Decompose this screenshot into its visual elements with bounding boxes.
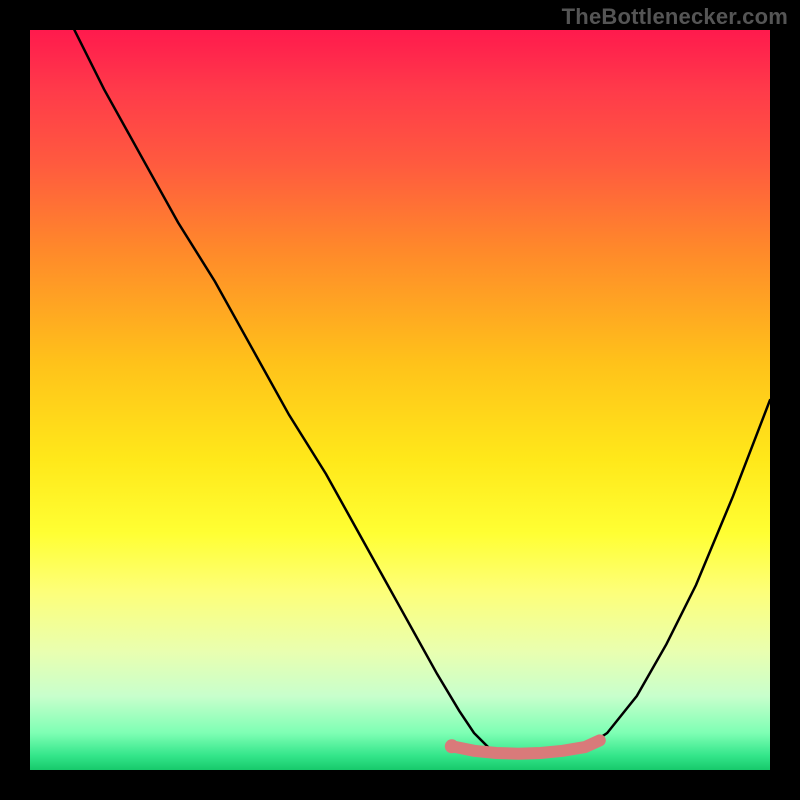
chart-svg bbox=[30, 30, 770, 770]
chart-frame: TheBottlenecker.com bbox=[0, 0, 800, 800]
optimal-band-path bbox=[452, 740, 600, 753]
attribution-text: TheBottlenecker.com bbox=[562, 4, 788, 30]
plot-area bbox=[30, 30, 770, 770]
optimal-start-dot bbox=[445, 739, 459, 753]
bottleneck-curve-path bbox=[74, 30, 770, 755]
